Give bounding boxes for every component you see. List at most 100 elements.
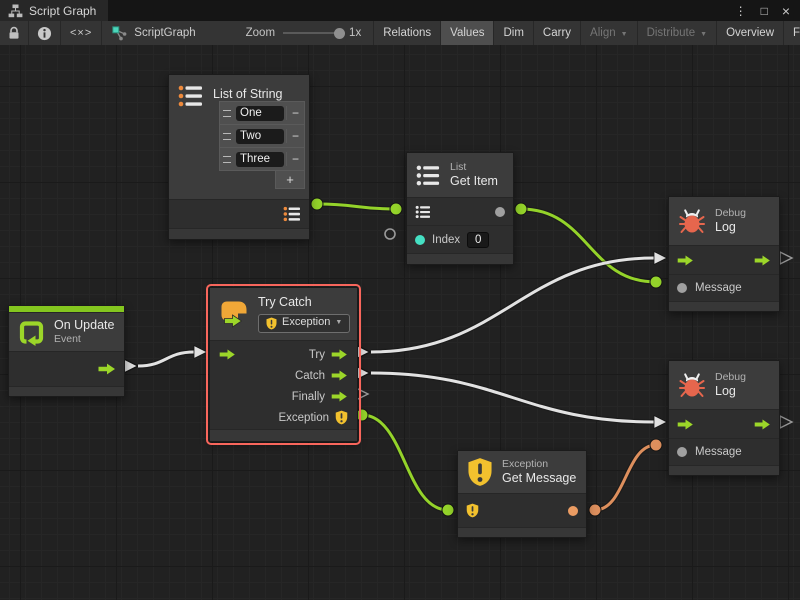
node-title: On Update [54, 318, 114, 334]
message-input-port[interactable] [677, 283, 687, 293]
exception-input-port-icon[interactable] [466, 503, 479, 518]
flow-output-arrow-icon[interactable] [754, 419, 771, 430]
tab-script-graph[interactable]: Script Graph [0, 0, 108, 21]
wire-get_message.message_out-to-debug_log_bottom.message_in[interactable] [595, 445, 656, 510]
relations-button[interactable]: Relations [373, 21, 440, 45]
flow-output-arrow-icon[interactable] [98, 363, 116, 375]
drag-handle-icon[interactable] [220, 133, 234, 140]
flow-output-arrow-icon[interactable] [754, 255, 771, 266]
index-input-port[interactable] [415, 235, 425, 245]
exception-type-dropdown[interactable]: Exception ▼ [258, 314, 350, 333]
wire-endpoint-dot[interactable] [311, 198, 323, 210]
remove-item-button[interactable]: − [286, 106, 304, 120]
lock-button[interactable] [0, 21, 29, 45]
graph-canvas[interactable]: List of String One − Two − Three − [0, 45, 800, 600]
align-dropdown-button[interactable]: Align ▼ [580, 21, 637, 45]
code-preview-button[interactable]: <×> [61, 21, 102, 45]
remove-item-button[interactable]: − [286, 129, 304, 143]
remove-item-button[interactable]: − [286, 152, 304, 166]
exception-output-port-icon[interactable] [335, 410, 348, 425]
dim-button[interactable]: Dim [493, 21, 532, 45]
wire-endpoint-dot[interactable] [650, 439, 662, 451]
chevron-down-icon: ▼ [621, 31, 628, 38]
node-kind: Exception [502, 458, 576, 471]
node-debug-log-bottom[interactable]: Debug Log Message [668, 360, 780, 476]
list-item-row: Two − [219, 124, 305, 147]
flow-input-arrow-icon[interactable] [219, 349, 236, 360]
wire-try_catch.catch_out-to-debug_log_bottom.flow_in[interactable] [371, 373, 654, 422]
zoom-slider-handle[interactable] [334, 28, 345, 39]
wire-try_catch.exception_out-to-get_message.exception_in[interactable] [362, 415, 448, 510]
port-label-finally: Finally [292, 391, 325, 403]
zoom-slider[interactable] [283, 32, 341, 34]
wire-endpoint-dot[interactable] [589, 504, 601, 516]
list-input-port-icon[interactable] [415, 205, 431, 219]
wire-try_catch.try_out-to-debug_log_top.flow_in[interactable] [371, 258, 654, 352]
index-value-input[interactable]: 0 [467, 232, 489, 248]
flow-output-arrow-icon[interactable] [331, 391, 348, 402]
catch-out-connector[interactable] [356, 366, 370, 380]
node-title: Get Message [502, 471, 576, 487]
lock-icon [8, 26, 20, 40]
wire-endpoint-dot[interactable] [390, 203, 402, 215]
flow-output-arrow-icon[interactable] [331, 349, 348, 360]
toolbar-toggle-buttons: Relations Values Dim Carry Align ▼ Distr… [373, 21, 800, 45]
on-update-event-icon [18, 319, 45, 346]
item-output-port[interactable] [495, 207, 505, 217]
node-get-item[interactable]: List Get Item Index 0 [406, 152, 514, 265]
list-item-input[interactable]: Two [236, 129, 284, 144]
node-try-catch[interactable]: Try Catch Exception ▼ [209, 287, 358, 442]
node-kind: Debug [715, 371, 746, 384]
flow-input-arrow-icon[interactable] [677, 255, 694, 266]
bug-icon [678, 207, 706, 235]
node-title: Get Item [450, 174, 498, 190]
node-debug-log-top[interactable]: Debug Log Message [668, 196, 780, 312]
window-tab-bar: Script Graph ⋮ □ × [0, 0, 800, 21]
graph-name-label: ScriptGraph [134, 27, 195, 39]
list-item-input[interactable]: Three [236, 152, 284, 167]
list-item-input[interactable]: One [236, 106, 284, 121]
on-update-flow-out-connector[interactable] [124, 359, 138, 373]
graph-breadcrumb[interactable]: ScriptGraph [102, 21, 205, 45]
window-controls: ⋮ □ × [735, 0, 800, 21]
drag-handle-icon[interactable] [220, 110, 234, 117]
port-label-try: Try [309, 349, 325, 361]
info-button[interactable] [29, 21, 61, 45]
window-maximize-icon[interactable]: □ [761, 5, 768, 17]
message-output-port[interactable] [568, 506, 578, 516]
list-output-port-icon[interactable] [283, 206, 301, 222]
add-item-button[interactable]: + [275, 171, 305, 189]
flow-output-arrow-icon[interactable] [331, 370, 348, 381]
get-item-index-in-connector[interactable] [385, 229, 395, 239]
node-on-update[interactable]: On Update Event [8, 305, 125, 397]
chevron-down-icon: ▼ [335, 319, 342, 328]
node-title: Log [715, 220, 746, 236]
window-menu-icon[interactable]: ⋮ [735, 5, 747, 17]
overview-button[interactable]: Overview [716, 21, 783, 45]
wire-endpoint-dot[interactable] [650, 276, 662, 288]
distribute-dropdown-button[interactable]: Distribute ▼ [637, 21, 717, 45]
full-screen-button[interactable]: Full Screen [783, 21, 800, 45]
wire-get_item.item_out-to-debug_log_top.message_in[interactable] [521, 209, 656, 282]
info-icon [37, 26, 52, 41]
flow-input-arrow-icon[interactable] [677, 419, 694, 430]
node-title: List of String [213, 87, 282, 101]
wire-endpoint-dot[interactable] [442, 504, 454, 516]
node-list-of-string[interactable]: List of String One − Two − Three − [168, 74, 310, 240]
wire-endpoint-dot[interactable] [515, 203, 527, 215]
carry-button[interactable]: Carry [533, 21, 580, 45]
graph-hierarchy-icon [8, 4, 23, 18]
list-icon [416, 163, 441, 188]
drag-handle-icon[interactable] [220, 156, 234, 163]
zoom-value: 1x [349, 27, 361, 39]
message-input-port[interactable] [677, 447, 687, 457]
debug-log-bottom-flow-out-connector[interactable] [780, 416, 792, 428]
debug-log-top-flow-out-connector[interactable] [780, 252, 792, 264]
try-out-connector[interactable] [356, 345, 370, 359]
window-close-icon[interactable]: × [782, 4, 790, 18]
node-get-message[interactable]: Exception Get Message [457, 450, 587, 538]
values-button[interactable]: Values [440, 21, 493, 45]
event-indicator-bar [9, 306, 124, 313]
try-catch-icon [219, 299, 249, 329]
chevron-down-icon: ▼ [700, 31, 707, 38]
